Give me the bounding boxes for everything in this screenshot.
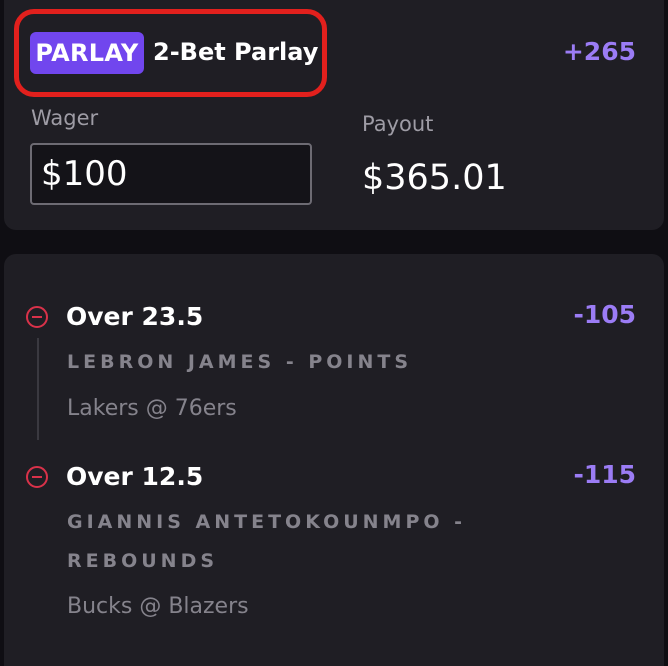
remove-leg-icon[interactable]	[26, 306, 48, 328]
leg-market: LEBRON JAMES - POINTS	[67, 351, 413, 373]
parlay-title: 2-Bet Parlay	[153, 38, 319, 66]
remove-leg-icon[interactable]	[26, 466, 48, 488]
leg-selection: Over 12.5	[66, 462, 204, 491]
wager-label: Wager	[31, 106, 99, 130]
parlay-total-odds: +265	[562, 37, 636, 66]
leg-game: Lakers @ 76ers	[67, 396, 237, 421]
leg-odds: -115	[573, 460, 636, 489]
parlay-summary-card: PARLAY 2-Bet Parlay +265 Wager Payout $3…	[4, 0, 664, 230]
wager-input[interactable]	[30, 143, 312, 205]
leg-selection: Over 23.5	[66, 302, 204, 331]
leg-connector-line	[37, 338, 39, 440]
parlay-legs-card: Over 23.5 -105 LEBRON JAMES - POINTS Lak…	[4, 254, 664, 666]
leg-odds: -105	[573, 300, 636, 329]
leg-market: GIANNIS ANTETOKOUNMPO - REBOUNDS	[67, 511, 467, 572]
payout-value: $365.01	[362, 158, 507, 198]
payout-label: Payout	[362, 112, 434, 136]
parlay-badge: PARLAY	[30, 32, 144, 74]
leg-game: Bucks @ Blazers	[67, 594, 249, 619]
